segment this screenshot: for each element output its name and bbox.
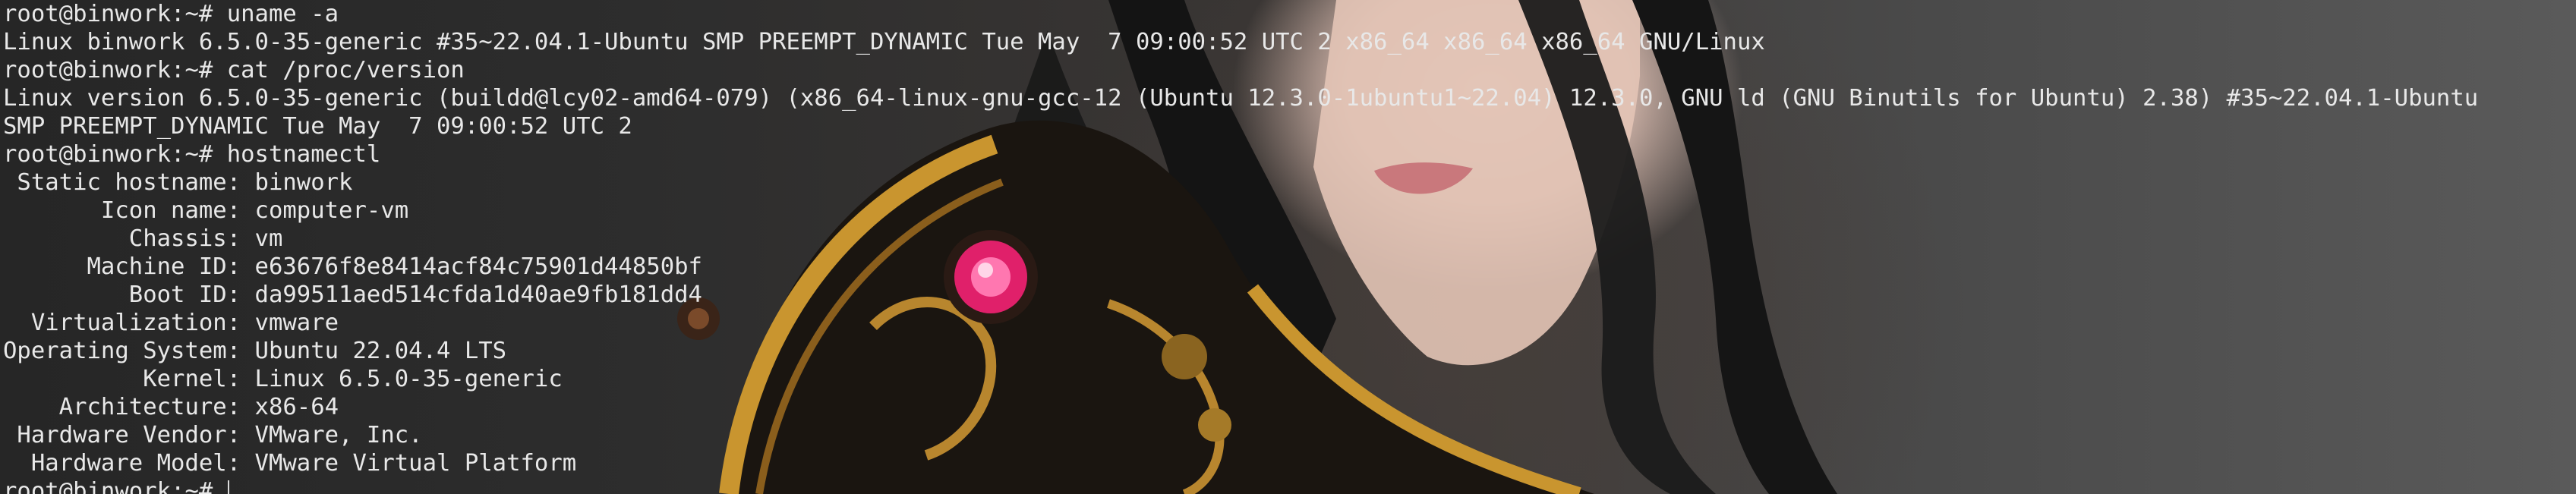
terminal-line: root@binwork:~# hostnamectl [3, 141, 381, 168]
terminal-prompt-line[interactable]: root@binwork:~# [3, 477, 2478, 494]
terminal-line: Icon name: computer-vm [3, 197, 409, 224]
terminal-line: Linux binwork 6.5.0-35-generic #35~22.04… [3, 29, 1765, 55]
terminal-prompt: root@binwork:~# [3, 478, 227, 494]
terminal-line: Hardware Vendor: VMware, Inc. [3, 422, 423, 448]
terminal-line: root@binwork:~# uname -a [3, 1, 339, 27]
terminal-line: Chassis: vm [3, 225, 283, 252]
terminal-line: Operating System: Ubuntu 22.04.4 LTS [3, 338, 507, 364]
terminal-line: Virtualization: vmware [3, 310, 339, 336]
terminal-line: Boot ID: da99511aed514cfda1d40ae9fb181dd… [3, 282, 702, 308]
terminal-line: Linux version 6.5.0-35-generic (buildd@l… [3, 85, 2479, 112]
terminal-line: Architecture: x86-64 [3, 394, 339, 420]
terminal-line: Static hostname: binwork [3, 169, 353, 196]
text-cursor [227, 480, 229, 494]
terminal-output[interactable]: root@binwork:~# uname -a Linux binwork 6.… [3, 0, 2478, 494]
terminal-line: SMP PREEMPT_DYNAMIC Tue May 7 09:00:52 U… [3, 113, 632, 140]
terminal-line: Hardware Model: VMware Virtual Platform [3, 450, 577, 477]
terminal-line: Kernel: Linux 6.5.0-35-generic [3, 366, 563, 392]
terminal-line: Machine ID: e63676f8e8414acf84c75901d448… [3, 253, 702, 280]
terminal-window[interactable]: root@binwork:~# uname -a Linux binwork 6.… [0, 0, 2576, 494]
terminal-line: root@binwork:~# cat /proc/version [3, 57, 465, 83]
